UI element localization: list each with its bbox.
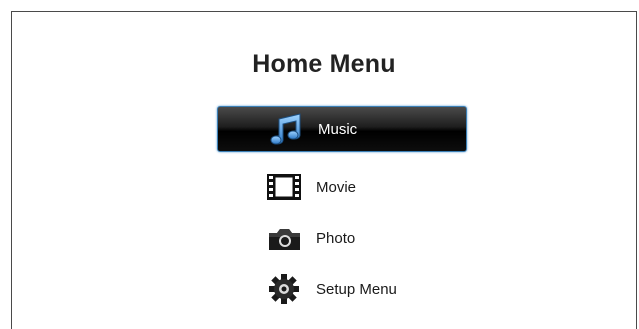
menu-item-label: Photo <box>316 229 356 247</box>
menu-item-photo[interactable]: Photo <box>264 223 355 253</box>
camera-icon <box>264 223 304 253</box>
menu-item-label: Movie <box>316 178 357 196</box>
film-strip-icon <box>264 172 304 202</box>
menu-item-label: Setup Menu <box>316 280 397 298</box>
music-notes-icon <box>264 109 308 149</box>
menu-item-movie[interactable]: Movie <box>264 172 356 202</box>
home-menu-panel: Home Menu Music Movie Photo Setup Menu <box>11 11 637 329</box>
gear-icon <box>264 274 304 304</box>
menu-item-label: Music <box>318 120 358 138</box>
home-menu-list: Music Movie Photo Setup Menu <box>12 12 636 329</box>
menu-item-music[interactable]: Music <box>217 106 467 152</box>
menu-item-setup-menu[interactable]: Setup Menu <box>264 274 397 304</box>
